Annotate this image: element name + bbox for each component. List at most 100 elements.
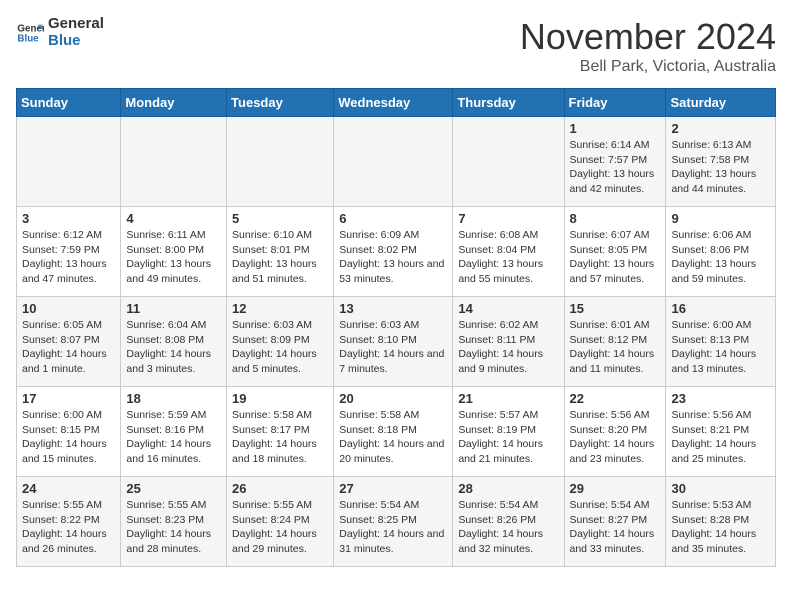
day-number: 21 (458, 391, 558, 406)
day-info: Sunset: 8:17 PM (232, 423, 328, 438)
day-number: 12 (232, 301, 328, 316)
day-number: 1 (570, 121, 661, 136)
day-number: 4 (126, 211, 221, 226)
day-info: Sunset: 8:02 PM (339, 243, 447, 258)
day-number: 29 (570, 481, 661, 496)
day-info: Sunrise: 6:06 AM (671, 228, 770, 243)
title-block: November 2024 Bell Park, Victoria, Austr… (520, 16, 776, 76)
day-info: Sunrise: 5:54 AM (570, 498, 661, 513)
day-info: Sunset: 8:13 PM (671, 333, 770, 348)
day-info: Sunset: 7:57 PM (570, 153, 661, 168)
day-info: Sunrise: 6:11 AM (126, 228, 221, 243)
day-number: 14 (458, 301, 558, 316)
day-number: 19 (232, 391, 328, 406)
calendar-table: SundayMondayTuesdayWednesdayThursdayFrid… (16, 88, 776, 567)
header-monday: Monday (121, 89, 227, 117)
day-info: Sunrise: 6:14 AM (570, 138, 661, 153)
calendar-cell: 4Sunrise: 6:11 AMSunset: 8:00 PMDaylight… (121, 207, 227, 297)
day-info: Sunrise: 5:59 AM (126, 408, 221, 423)
calendar-cell: 25Sunrise: 5:55 AMSunset: 8:23 PMDayligh… (121, 477, 227, 567)
header-tuesday: Tuesday (227, 89, 334, 117)
calendar-cell: 28Sunrise: 5:54 AMSunset: 8:26 PMDayligh… (453, 477, 564, 567)
day-info: Sunrise: 5:56 AM (570, 408, 661, 423)
day-info: Daylight: 14 hours and 33 minutes. (570, 527, 661, 556)
day-info: Sunrise: 6:05 AM (22, 318, 115, 333)
day-info: Daylight: 13 hours and 47 minutes. (22, 257, 115, 286)
day-info: Sunset: 8:04 PM (458, 243, 558, 258)
day-info: Sunset: 8:21 PM (671, 423, 770, 438)
day-info: Sunset: 8:01 PM (232, 243, 328, 258)
calendar-cell: 8Sunrise: 6:07 AMSunset: 8:05 PMDaylight… (564, 207, 666, 297)
day-number: 6 (339, 211, 447, 226)
day-info: Sunset: 8:20 PM (570, 423, 661, 438)
day-number: 25 (126, 481, 221, 496)
day-info: Sunset: 8:28 PM (671, 513, 770, 528)
header-friday: Friday (564, 89, 666, 117)
day-info: Sunrise: 5:56 AM (671, 408, 770, 423)
day-info: Sunrise: 5:54 AM (458, 498, 558, 513)
day-info: Sunrise: 5:58 AM (339, 408, 447, 423)
day-info: Sunset: 8:24 PM (232, 513, 328, 528)
day-info: Daylight: 13 hours and 55 minutes. (458, 257, 558, 286)
day-info: Sunset: 8:18 PM (339, 423, 447, 438)
week-row-1: 3Sunrise: 6:12 AMSunset: 7:59 PMDaylight… (17, 207, 776, 297)
day-info: Sunset: 8:16 PM (126, 423, 221, 438)
day-info: Sunset: 8:08 PM (126, 333, 221, 348)
day-info: Daylight: 14 hours and 7 minutes. (339, 347, 447, 376)
day-info: Sunset: 8:06 PM (671, 243, 770, 258)
day-info: Sunrise: 5:53 AM (671, 498, 770, 513)
day-info: Sunrise: 5:58 AM (232, 408, 328, 423)
calendar-header-row: SundayMondayTuesdayWednesdayThursdayFrid… (17, 89, 776, 117)
day-info: Sunrise: 6:02 AM (458, 318, 558, 333)
day-info: Sunset: 8:19 PM (458, 423, 558, 438)
day-info: Sunset: 7:58 PM (671, 153, 770, 168)
day-number: 30 (671, 481, 770, 496)
header-wednesday: Wednesday (334, 89, 453, 117)
logo: General Blue General Blue (16, 16, 104, 49)
header-sunday: Sunday (17, 89, 121, 117)
day-info: Daylight: 14 hours and 21 minutes. (458, 437, 558, 466)
day-info: Sunrise: 6:04 AM (126, 318, 221, 333)
day-info: Sunrise: 6:00 AM (671, 318, 770, 333)
day-info: Sunrise: 5:55 AM (232, 498, 328, 513)
day-info: Daylight: 14 hours and 16 minutes. (126, 437, 221, 466)
day-info: Daylight: 14 hours and 29 minutes. (232, 527, 328, 556)
week-row-0: 1Sunrise: 6:14 AMSunset: 7:57 PMDaylight… (17, 117, 776, 207)
calendar-cell: 5Sunrise: 6:10 AMSunset: 8:01 PMDaylight… (227, 207, 334, 297)
calendar-cell: 22Sunrise: 5:56 AMSunset: 8:20 PMDayligh… (564, 387, 666, 477)
calendar-cell: 24Sunrise: 5:55 AMSunset: 8:22 PMDayligh… (17, 477, 121, 567)
day-number: 5 (232, 211, 328, 226)
calendar-title: November 2024 (520, 16, 776, 58)
day-info: Daylight: 14 hours and 5 minutes. (232, 347, 328, 376)
calendar-cell (453, 117, 564, 207)
day-info: Daylight: 14 hours and 35 minutes. (671, 527, 770, 556)
calendar-cell (227, 117, 334, 207)
calendar-cell: 21Sunrise: 5:57 AMSunset: 8:19 PMDayligh… (453, 387, 564, 477)
day-info: Daylight: 14 hours and 9 minutes. (458, 347, 558, 376)
day-number: 23 (671, 391, 770, 406)
day-info: Sunrise: 6:03 AM (339, 318, 447, 333)
day-info: Sunset: 8:00 PM (126, 243, 221, 258)
day-info: Sunset: 8:12 PM (570, 333, 661, 348)
day-number: 20 (339, 391, 447, 406)
day-number: 10 (22, 301, 115, 316)
week-row-4: 24Sunrise: 5:55 AMSunset: 8:22 PMDayligh… (17, 477, 776, 567)
calendar-cell: 2Sunrise: 6:13 AMSunset: 7:58 PMDaylight… (666, 117, 776, 207)
calendar-cell: 6Sunrise: 6:09 AMSunset: 8:02 PMDaylight… (334, 207, 453, 297)
day-number: 16 (671, 301, 770, 316)
day-info: Sunset: 8:27 PM (570, 513, 661, 528)
day-number: 7 (458, 211, 558, 226)
day-info: Sunset: 8:05 PM (570, 243, 661, 258)
calendar-cell: 14Sunrise: 6:02 AMSunset: 8:11 PMDayligh… (453, 297, 564, 387)
week-row-2: 10Sunrise: 6:05 AMSunset: 8:07 PMDayligh… (17, 297, 776, 387)
calendar-cell: 11Sunrise: 6:04 AMSunset: 8:08 PMDayligh… (121, 297, 227, 387)
calendar-cell: 29 Sunrise: 5:54 AMSunset: 8:27 PMDayligh… (564, 477, 666, 567)
day-number: 22 (570, 391, 661, 406)
day-info: Sunrise: 6:09 AM (339, 228, 447, 243)
calendar-cell: 16Sunrise: 6:00 AMSunset: 8:13 PMDayligh… (666, 297, 776, 387)
day-info: Daylight: 14 hours and 15 minutes. (22, 437, 115, 466)
calendar-cell: 13Sunrise: 6:03 AMSunset: 8:10 PMDayligh… (334, 297, 453, 387)
header-thursday: Thursday (453, 89, 564, 117)
calendar-cell: 19Sunrise: 5:58 AMSunset: 8:17 PMDayligh… (227, 387, 334, 477)
day-info: Sunrise: 5:54 AM (339, 498, 447, 513)
